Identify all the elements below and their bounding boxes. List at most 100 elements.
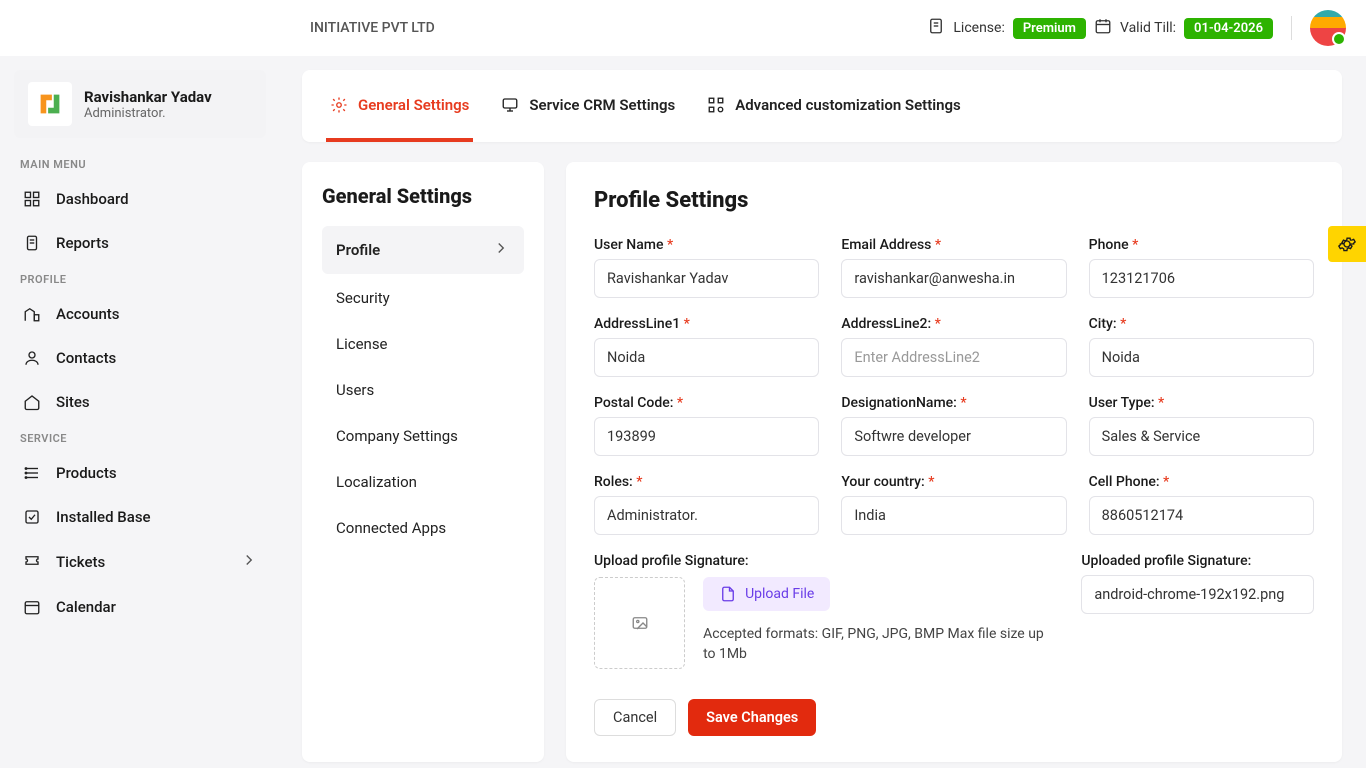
sidebar-item-sites[interactable]: Sites — [14, 382, 266, 422]
label-phone: Phone * — [1089, 237, 1314, 253]
label-roles: Roles: * — [594, 474, 819, 490]
sites-icon — [22, 392, 42, 412]
settings-nav-connected-apps[interactable]: Connected Apps — [322, 506, 524, 550]
sidebar-item-label: Dashboard — [56, 190, 129, 208]
label-postal: Postal Code: * — [594, 395, 819, 411]
image-icon — [631, 614, 649, 632]
settings-nav-company[interactable]: Company Settings — [322, 414, 524, 458]
settings-nav-label: Security — [336, 289, 390, 307]
field-phone: Phone * — [1089, 237, 1314, 298]
tab-advanced-settings[interactable]: Advanced customization Settings — [703, 70, 965, 142]
sidebar-item-contacts[interactable]: Contacts — [14, 338, 266, 378]
topbar-right: License: Premium Valid Till: 01-04-2026 — [927, 10, 1346, 46]
settings-nav-label: Users — [336, 381, 374, 399]
file-icon — [927, 17, 945, 39]
label-designation: DesignationName: * — [841, 395, 1066, 411]
section-main-menu: MAIN MENU — [20, 158, 260, 171]
field-addr2: AddressLine2: * — [841, 316, 1066, 377]
tab-label: General Settings — [358, 96, 469, 114]
sidebar-scrollbar[interactable] — [280, 56, 288, 768]
profile-form: Profile Settings User Name * Email Addre… — [566, 162, 1342, 762]
settings-nav-localization[interactable]: Localization — [322, 460, 524, 504]
label-email: Email Address * — [841, 237, 1066, 253]
monitor-icon — [501, 96, 519, 114]
label-user-name: User Name * — [594, 237, 819, 253]
sidebar-item-accounts[interactable]: Accounts — [14, 294, 266, 334]
sidebar-item-reports[interactable]: Reports — [14, 223, 266, 263]
settings-nav-users[interactable]: Users — [322, 368, 524, 412]
upload-dropzone[interactable] — [594, 577, 685, 669]
input-email[interactable] — [841, 259, 1066, 298]
field-postal: Postal Code: * — [594, 395, 819, 456]
sidebar-item-installed-base[interactable]: Installed Base — [14, 497, 266, 537]
field-addr1: AddressLine1 * — [594, 316, 819, 377]
field-email: Email Address * — [841, 237, 1066, 298]
cancel-button[interactable]: Cancel — [594, 699, 676, 736]
user-card[interactable]: Ravishankar Yadav Administrator. — [14, 70, 266, 138]
field-country: Your country: * — [841, 474, 1066, 535]
sidebar-item-label: Tickets — [56, 553, 105, 571]
upload-file-button[interactable]: Upload File — [703, 577, 830, 611]
input-roles[interactable] — [594, 496, 819, 535]
input-uploaded-signature[interactable] — [1081, 575, 1314, 614]
label-city: City: * — [1089, 316, 1314, 332]
settings-nav-label: Connected Apps — [336, 519, 446, 537]
input-postal[interactable] — [594, 417, 819, 456]
main: General Settings Service CRM Settings Ad… — [288, 56, 1366, 768]
accepted-formats: Accepted formats: GIF, PNG, JPG, BMP Max… — [703, 625, 1059, 664]
sidebar-item-dashboard[interactable]: Dashboard — [14, 179, 266, 219]
settings-fab[interactable] — [1328, 226, 1366, 262]
divider — [1291, 16, 1292, 40]
gear-icon — [1338, 235, 1356, 253]
products-icon — [22, 463, 42, 483]
label-country: Your country: * — [841, 474, 1066, 490]
input-user-name[interactable] — [594, 259, 819, 298]
tab-general-settings[interactable]: General Settings — [326, 70, 473, 142]
avatar[interactable] — [1310, 10, 1346, 46]
field-roles: Roles: * — [594, 474, 819, 535]
input-city[interactable] — [1089, 338, 1314, 377]
section-profile: PROFILE — [20, 273, 260, 286]
settings-nav-label: Company Settings — [336, 427, 458, 445]
input-designation[interactable] — [841, 417, 1066, 456]
tab-service-crm-settings[interactable]: Service CRM Settings — [497, 70, 679, 142]
input-cell[interactable] — [1089, 496, 1314, 535]
sidebar-item-tickets[interactable]: Tickets — [14, 541, 266, 583]
license-badge: Premium — [1013, 18, 1086, 39]
label-uploaded-signature: Uploaded profile Signature: — [1081, 553, 1314, 569]
label-addr2: AddressLine2: * — [841, 316, 1066, 332]
field-designation: DesignationName: * — [841, 395, 1066, 456]
field-city: City: * — [1089, 316, 1314, 377]
field-uploaded-signature: Uploaded profile Signature: — [1081, 553, 1314, 669]
settings-nav-profile[interactable]: Profile — [322, 226, 524, 274]
tabs: General Settings Service CRM Settings Ad… — [302, 70, 1342, 142]
tickets-icon — [22, 552, 42, 572]
input-country[interactable] — [841, 496, 1066, 535]
company-name: INITIATIVE PVT LTD — [310, 20, 435, 36]
input-user-type[interactable] — [1089, 417, 1314, 456]
valid-till-badge: 01-04-2026 — [1184, 18, 1273, 39]
settings-nav-license[interactable]: License — [322, 322, 524, 366]
sliders-icon — [707, 96, 725, 114]
sidebar-item-calendar[interactable]: Calendar — [14, 587, 266, 627]
installed-base-icon — [22, 507, 42, 527]
settings-nav-label: Localization — [336, 473, 417, 491]
settings-nav-security[interactable]: Security — [322, 276, 524, 320]
upload-label: Upload profile Signature: — [594, 553, 1059, 569]
label-cell: Cell Phone: * — [1089, 474, 1314, 490]
sidebar-item-label: Installed Base — [56, 508, 151, 526]
save-button[interactable]: Save Changes — [688, 699, 816, 736]
sidebar-item-products[interactable]: Products — [14, 453, 266, 493]
input-phone[interactable] — [1089, 259, 1314, 298]
field-cell: Cell Phone: * — [1089, 474, 1314, 535]
sidebar-item-label: Contacts — [56, 349, 116, 367]
input-addr2[interactable] — [841, 338, 1066, 377]
form-title: Profile Settings — [594, 188, 1314, 213]
user-card-role: Administrator. — [84, 106, 212, 121]
upload-button-label: Upload File — [745, 586, 814, 602]
input-addr1[interactable] — [594, 338, 819, 377]
section-service: SERVICE — [20, 432, 260, 445]
logo-icon — [28, 82, 72, 126]
settings-nav-label: License — [336, 335, 388, 353]
settings-nav-label: Profile — [336, 241, 380, 259]
